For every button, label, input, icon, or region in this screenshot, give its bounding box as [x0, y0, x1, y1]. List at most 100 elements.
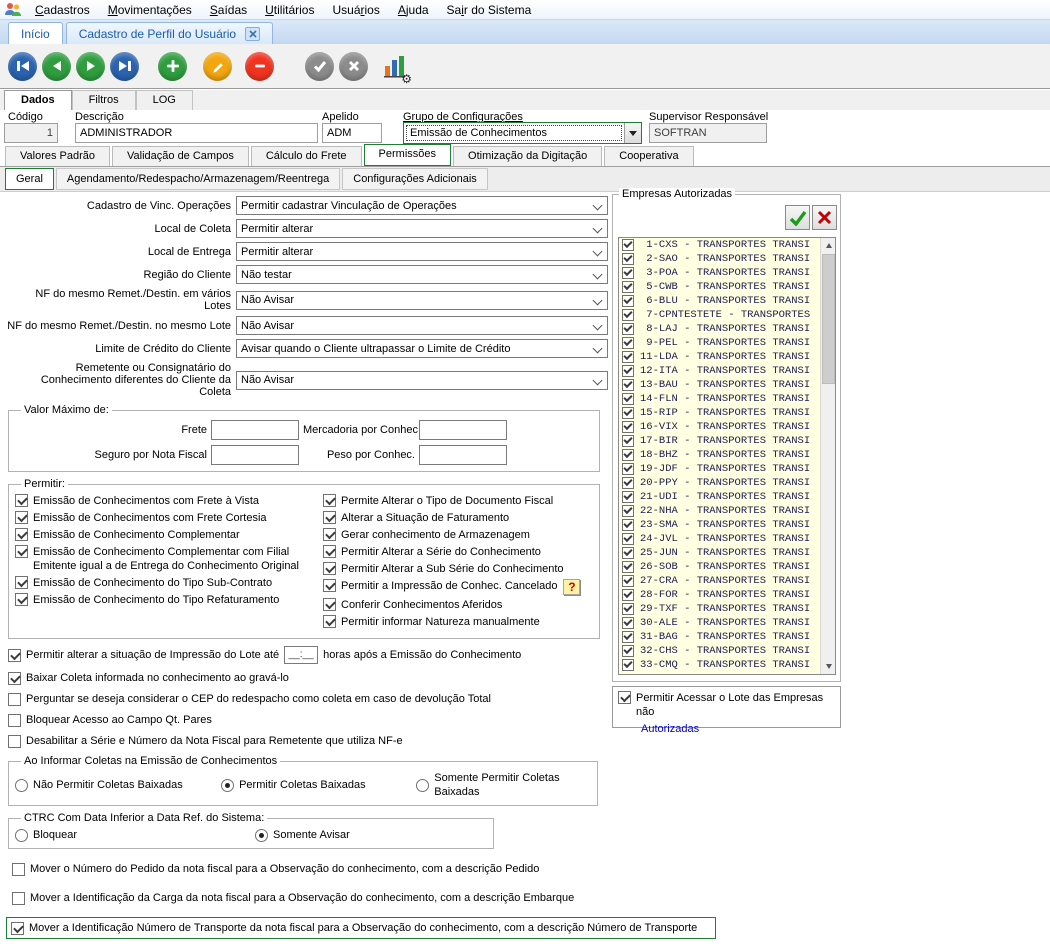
- grupo-configuracoes-select[interactable]: Emissão de Conhecimentos: [403, 122, 642, 144]
- checkbox-gerar-conhecimento-de-armazenagem[interactable]: Gerar conhecimento de Armazenagem: [323, 528, 593, 542]
- section-tab-c-lculo-do-frete[interactable]: Cálculo do Frete: [251, 146, 362, 166]
- menu-item-ajuda[interactable]: Ajuda: [389, 0, 438, 20]
- input-mercadoria-por-conhec[interactable]: [419, 420, 507, 440]
- scroll-down-icon[interactable]: [821, 659, 836, 674]
- close-tab-icon[interactable]: [245, 27, 260, 41]
- empresa-row[interactable]: 18-BHZ - TRANSPORTES TRANSI: [619, 448, 835, 462]
- sub-tab-agendamento-redespacho-armazenagem-reentre[interactable]: Agendamento/Redespacho/Armazenagem/Reent…: [56, 168, 340, 190]
- empresa-row[interactable]: 26-SOB - TRANSPORTES TRANSI: [619, 560, 835, 574]
- radio-bloquear[interactable]: Bloquear: [15, 828, 255, 842]
- nav-next-button[interactable]: [76, 52, 105, 81]
- empresa-row[interactable]: 5-CWB - TRANSPORTES TRANSI: [619, 280, 835, 294]
- menu-item-utilit-rios[interactable]: Utilitários: [256, 0, 323, 20]
- checkbox-emiss-o-de-conhecimento-complementar[interactable]: Emissão de Conhecimento Complementar: [15, 528, 323, 542]
- empresa-row[interactable]: 8-LAJ - TRANSPORTES TRANSI: [619, 322, 835, 336]
- delete-button[interactable]: [245, 52, 274, 81]
- empresa-row[interactable]: 12-ITA - TRANSPORTES TRANSI: [619, 364, 835, 378]
- checkbox-permitir-acessar-lote[interactable]: Permitir Acessar o Lote das Empresas não: [618, 691, 835, 719]
- menu-item-usu-rios[interactable]: Usuários: [323, 0, 388, 20]
- dropdown-cadastro-de-vinc-opera-es[interactable]: Permitir cadastrar Vinculação de Operaçõ…: [236, 196, 608, 215]
- empresa-row[interactable]: 13-BAU - TRANSPORTES TRANSI: [619, 378, 835, 392]
- checkbox-mover-o-n-mero-do-pedido-da-nota-fiscal-pa[interactable]: Mover o Número do Pedido da nota fiscal …: [8, 859, 608, 879]
- nav-first-button[interactable]: [8, 52, 37, 81]
- radio-somente-permitir-coletas-baixadas[interactable]: Somente Permitir Coletas Baixadas: [416, 771, 591, 799]
- sub-tab-geral[interactable]: Geral: [5, 168, 54, 190]
- check-all-button[interactable]: [785, 205, 810, 230]
- empresa-row[interactable]: 30-ALE - TRANSPORTES TRANSI: [619, 616, 835, 630]
- checkbox-permitir-alterar-a-sub-s-rie-do-conhecimen[interactable]: Permitir Alterar a Sub Série do Conhecim…: [323, 562, 593, 576]
- input-peso-por-conhec[interactable]: [419, 445, 507, 465]
- empresa-row[interactable]: 22-NHA - TRANSPORTES TRANSI: [619, 504, 835, 518]
- time-input[interactable]: __:__: [284, 646, 318, 664]
- radio-permitir-coletas-baixadas[interactable]: Permitir Coletas Baixadas: [221, 778, 416, 792]
- empresa-row[interactable]: 24-JVL - TRANSPORTES TRANSI: [619, 532, 835, 546]
- checkbox-alterar-a-situa-o-de-faturamento[interactable]: Alterar a Situação de Faturamento: [323, 511, 593, 525]
- checkbox-emiss-o-de-conhecimentos-com-frete-cortesi[interactable]: Emissão de Conhecimentos com Frete Corte…: [15, 511, 323, 525]
- empresas-scrollbar[interactable]: [820, 238, 835, 674]
- nav-prev-button[interactable]: [42, 52, 71, 81]
- checkbox-permitir-alterar-a-s-rie-do-conhecimento[interactable]: Permitir Alterar a Série do Conhecimento: [323, 545, 593, 559]
- section-tab-otimiza-o-da-digita-o[interactable]: Otimização da Digitação: [453, 146, 602, 166]
- dropdown-local-de-entrega[interactable]: Permitir alterar: [236, 242, 608, 261]
- empresa-row[interactable]: 16-VIX - TRANSPORTES TRANSI: [619, 420, 835, 434]
- checkbox-mover-a-identifica-o-da-carga-da-nota-fisc[interactable]: Mover a Identificação da Carga da nota f…: [8, 888, 608, 908]
- dropdown-nf-do-mesmo-remet-destin-no-mesmo-lote[interactable]: Não Avisar: [236, 316, 608, 335]
- add-button[interactable]: [158, 52, 187, 81]
- nav-last-button[interactable]: [110, 52, 139, 81]
- checkbox-permitir-a-impress-o-de-conhec-cancelado[interactable]: Permitir a Impressão de Conhec. Cancelad…: [323, 579, 593, 595]
- tab-inicio[interactable]: Início: [8, 22, 63, 44]
- menu-item-cadastros[interactable]: Cadastros: [26, 0, 99, 20]
- dropdown-limite-de-cr-dito-do-cliente[interactable]: Avisar quando o Cliente ultrapassar o Li…: [236, 339, 608, 358]
- checkbox-mover-a-identifica-o-n-mero-de-transporte-[interactable]: Mover a Identificação Número de Transpor…: [6, 917, 716, 939]
- uncheck-all-button[interactable]: [812, 205, 837, 230]
- checkbox-bloquear-acesso-ao-campo-qt-pares[interactable]: Bloquear Acesso ao Campo Qt. Pares: [8, 713, 608, 727]
- help-icon[interactable]: ?: [563, 579, 580, 595]
- empresa-row[interactable]: 3-POA - TRANSPORTES TRANSI: [619, 266, 835, 280]
- empresa-row[interactable]: 29-TXF - TRANSPORTES TRANSI: [619, 602, 835, 616]
- checkbox-emiss-o-de-conhecimento-do-tipo-sub-contra[interactable]: Emissão de Conhecimento do Tipo Sub-Cont…: [15, 576, 323, 590]
- checkbox-emiss-o-de-conhecimento-do-tipo-refaturame[interactable]: Emissão de Conhecimento do Tipo Refatura…: [15, 593, 323, 607]
- radio-somente-avisar[interactable]: Somente Avisar: [255, 828, 350, 842]
- menu-item-movimenta-es[interactable]: Movimentações: [99, 0, 201, 20]
- empresa-row[interactable]: 31-BAG - TRANSPORTES TRANSI: [619, 630, 835, 644]
- apelido-field[interactable]: ADM: [322, 123, 382, 143]
- empresa-row[interactable]: 9-PEL - TRANSPORTES TRANSI: [619, 336, 835, 350]
- section-tab-permiss-es[interactable]: Permissões: [364, 144, 451, 166]
- section-tab-valores-padr-o[interactable]: Valores Padrão: [5, 146, 110, 166]
- tab-cadastro-perfil[interactable]: Cadastro de Perfil do Usuário: [66, 22, 273, 44]
- checkbox-emiss-o-de-conhecimentos-com-frete-vista[interactable]: Emissão de Conhecimentos com Frete à Vis…: [15, 494, 323, 508]
- empresa-row[interactable]: 17-BIR - TRANSPORTES TRANSI: [619, 434, 835, 448]
- empresa-row[interactable]: 11-LDA - TRANSPORTES TRANSI: [619, 350, 835, 364]
- section-tab-cooperativa[interactable]: Cooperativa: [604, 146, 693, 166]
- dropdown-regi-o-do-cliente[interactable]: Não testar: [236, 265, 608, 284]
- radio-n-o-permitir-coletas-baixadas[interactable]: Não Permitir Coletas Baixadas: [15, 778, 221, 792]
- edit-button[interactable]: [203, 52, 232, 81]
- empresa-row[interactable]: 1-CXS - TRANSPORTES TRANSI: [619, 238, 835, 252]
- empresa-row[interactable]: 21-UDI - TRANSPORTES TRANSI: [619, 490, 835, 504]
- dropdown-local-de-coleta[interactable]: Permitir alterar: [236, 219, 608, 238]
- empresa-row[interactable]: 14-FLN - TRANSPORTES TRANSI: [619, 392, 835, 406]
- checkbox-desabilitar-a-s-rie-e-n-mero-da-nota-fisca[interactable]: Desabilitar a Série e Número da Nota Fis…: [8, 734, 608, 748]
- combo-arrow-icon[interactable]: [624, 123, 641, 143]
- menu-item-sa-das[interactable]: Saídas: [201, 0, 256, 20]
- checkbox-conferir-conhecimentos-aferidos[interactable]: Conferir Conhecimentos Aferidos: [323, 598, 593, 612]
- empresa-row[interactable]: 6-BLU - TRANSPORTES TRANSI: [619, 294, 835, 308]
- chart-button[interactable]: ⚙: [380, 52, 409, 81]
- sub-tab-configura-es-adicionais[interactable]: Configurações Adicionais: [342, 168, 488, 190]
- input-seguro-por-nota-fiscal[interactable]: [211, 445, 299, 465]
- menu-item-sair-do-sistema[interactable]: Sair do Sistema: [438, 0, 541, 20]
- tab-filtros[interactable]: Filtros: [72, 90, 136, 110]
- tab-dados[interactable]: Dados: [4, 90, 72, 110]
- empresa-row[interactable]: 25-JUN - TRANSPORTES TRANSI: [619, 546, 835, 560]
- dropdown-nf-do-mesmo-remet-destin-em-v-rios-lotes[interactable]: Não Avisar: [236, 291, 608, 310]
- empresa-row[interactable]: 23-SMA - TRANSPORTES TRANSI: [619, 518, 835, 532]
- checkbox-permitir-informar-natureza-manualmente[interactable]: Permitir informar Natureza manualmente: [323, 615, 593, 629]
- empresa-row[interactable]: 19-JDF - TRANSPORTES TRANSI: [619, 462, 835, 476]
- checkbox-emiss-o-de-conhecimento-complementar-com-f[interactable]: Emissão de Conhecimento Complementar com…: [15, 545, 323, 573]
- empresa-row[interactable]: 32-CHS - TRANSPORTES TRANSI: [619, 644, 835, 658]
- scroll-up-icon[interactable]: [821, 238, 836, 253]
- empresa-row[interactable]: 15-RIP - TRANSPORTES TRANSI: [619, 406, 835, 420]
- empresa-row[interactable]: 2-SAO - TRANSPORTES TRANSI: [619, 252, 835, 266]
- tab-log[interactable]: LOG: [136, 90, 193, 110]
- empresa-row[interactable]: 33-CMQ - TRANSPORTES TRANSI: [619, 658, 835, 672]
